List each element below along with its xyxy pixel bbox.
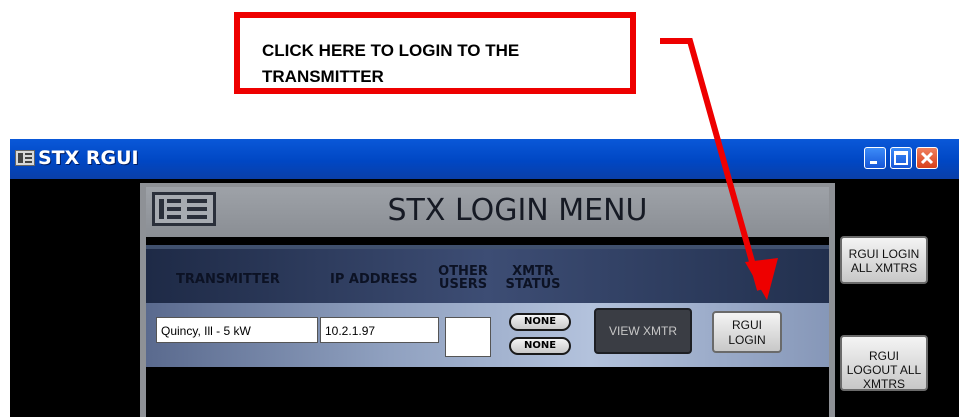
page-title: STX LOGIN MENU	[387, 193, 648, 228]
panel-header: STX LOGIN MENU	[146, 187, 829, 237]
close-button[interactable]	[916, 147, 938, 169]
minimize-button[interactable]	[864, 147, 886, 169]
rgui-login-label: RGUI LOGIN	[728, 318, 766, 347]
close-icon	[920, 151, 934, 165]
window-title: STX RGUI	[38, 147, 139, 169]
panel-bottom	[146, 367, 829, 417]
divider	[146, 237, 829, 245]
other-users-field	[445, 317, 491, 357]
login-menu-panel: STX LOGIN MENU TRANSMITTER IP ADDRESS OT…	[140, 183, 835, 417]
column-xmtr-status: XMTR STATUS	[505, 264, 561, 292]
view-xmtr-button[interactable]: VIEW XMTR	[594, 308, 692, 354]
logout-all-button[interactable]: RGUI LOGOUT ALL XMTRS	[840, 335, 928, 391]
status-badge: NONE	[509, 313, 571, 331]
app-icon	[15, 150, 35, 166]
transmitter-row: Quincy, Ill - 5 kW 10.2.1.97 NONE NONE V…	[146, 303, 829, 367]
column-header: TRANSMITTER IP ADDRESS OTHER USERS XMTR …	[146, 245, 829, 303]
status-badge-secondary: NONE	[509, 337, 571, 355]
transmitter-name-field[interactable]: Quincy, Ill - 5 kW	[156, 317, 318, 343]
app-window: STX RGUI STX LOGIN MENU TRANSMITTER IP A…	[10, 139, 959, 417]
maximize-icon	[894, 151, 908, 165]
callout-text: CLICK HERE TO LOGIN TO THE TRANSMITTER	[262, 41, 520, 86]
rgui-login-button[interactable]: RGUI LOGIN	[712, 311, 782, 353]
column-transmitter: TRANSMITTER	[176, 272, 280, 287]
column-ip-address: IP ADDRESS	[330, 272, 418, 287]
minimize-icon	[870, 161, 877, 164]
annotation-callout: CLICK HERE TO LOGIN TO THE TRANSMITTER	[234, 12, 636, 94]
title-bar[interactable]: STX RGUI	[10, 139, 959, 179]
ip-address-field[interactable]: 10.2.1.97	[320, 317, 439, 343]
login-all-button[interactable]: RGUI LOGIN ALL XMTRS	[840, 236, 928, 284]
maximize-button[interactable]	[890, 147, 912, 169]
column-other-users: OTHER USERS	[438, 264, 488, 292]
